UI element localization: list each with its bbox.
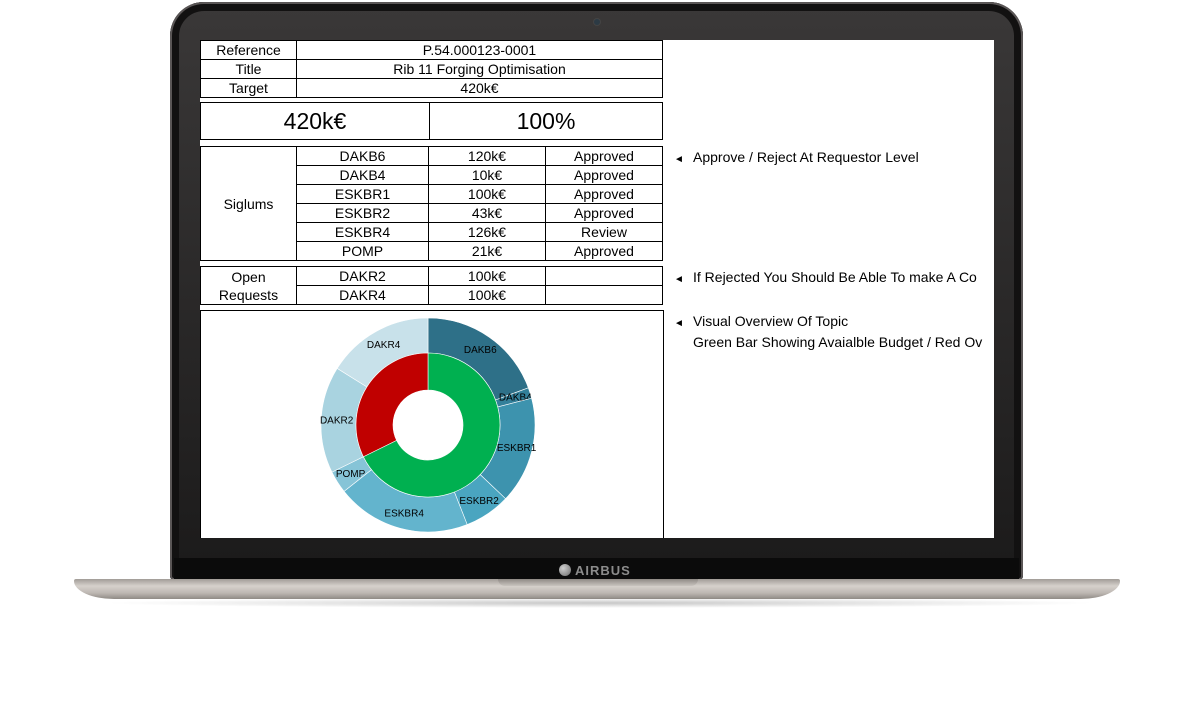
brand-logo: AIRBUS bbox=[559, 561, 631, 579]
table-row: Title Rib 11 Forging Optimisation bbox=[200, 59, 663, 79]
siglum-status[interactable]: Approved bbox=[545, 146, 663, 166]
siglum-amount: 120k€ bbox=[428, 146, 546, 166]
open-requests-label-line1: Open bbox=[231, 268, 266, 285]
siglum-amount: 100k€ bbox=[428, 184, 546, 204]
note-rejected: ◄ If Rejected You Should Be Able To make … bbox=[674, 268, 977, 289]
note-approve: ◄ Approve / Reject At Requestor Level bbox=[674, 148, 919, 169]
arrow-left-icon: ◄ bbox=[674, 318, 684, 329]
arrow-left-icon: ◄ bbox=[674, 274, 684, 285]
request-amount: 100k€ bbox=[428, 266, 546, 286]
outer-label-pomp: POMP bbox=[336, 469, 366, 480]
siglum-status[interactable]: Approved bbox=[545, 184, 663, 204]
summary-amount: 420k€ bbox=[200, 102, 430, 140]
outer-label-eskbr4: ESKBR4 bbox=[384, 508, 424, 519]
outer-label-eskbr1: ESKBR1 bbox=[497, 443, 537, 454]
siglum-status[interactable]: Approved bbox=[545, 241, 663, 261]
note-visual-line2: Green Bar Showing Avaialble Budget / Red… bbox=[693, 334, 983, 350]
chart-panel: DAKB6 DAKB4 ESKBR1 ESKBR2 ESKBR4 POMP DAKR2 DAK… bbox=[200, 310, 664, 538]
siglum-status[interactable]: Approved bbox=[545, 165, 663, 185]
screen: Reference P.54.000123-0001 Title Rib 11 … bbox=[200, 40, 994, 538]
siglum-code[interactable]: POMP bbox=[296, 241, 429, 261]
table-row: Open Requests DAKR2 100k€ bbox=[200, 266, 663, 305]
outer-label-dakr2: DAKR2 bbox=[320, 415, 354, 426]
siglum-code[interactable]: DAKB6 bbox=[296, 146, 429, 166]
brand-name: AIRBUS bbox=[575, 562, 631, 578]
outer-label-eskbr2: ESKBR2 bbox=[459, 496, 499, 507]
siglum-code[interactable]: ESKBR1 bbox=[296, 184, 429, 204]
siglum-amount: 21k€ bbox=[428, 241, 546, 261]
title-value[interactable]: Rib 11 Forging Optimisation bbox=[296, 59, 663, 79]
donut-chart: DAKB6DAKB4ESKBR1ESKBR2ESKBR4POMPDAKR2DAK… bbox=[320, 317, 537, 533]
open-requests-label-line2: Requests bbox=[218, 286, 279, 303]
request-amount: 100k€ bbox=[428, 285, 546, 305]
open-requests-table: Open Requests DAKR2 100k€ DAKR4 100k€ bbox=[200, 266, 663, 305]
note-rejected-text: If Rejected You Should Be Able To make A… bbox=[693, 269, 977, 285]
siglum-code[interactable]: DAKB4 bbox=[296, 165, 429, 185]
outer-label-dakr4: DAKR4 bbox=[367, 340, 401, 351]
siglums-table: Siglums DAKB6 120k€ Approved DAKB4 10k€ … bbox=[200, 146, 663, 261]
siglum-amount: 43k€ bbox=[428, 203, 546, 223]
laptop-notch bbox=[498, 579, 698, 586]
note-visual-line1: Visual Overview Of Topic bbox=[693, 313, 849, 329]
request-status[interactable] bbox=[545, 285, 663, 305]
camera-icon bbox=[594, 19, 600, 25]
request-code[interactable]: DAKR2 bbox=[296, 266, 429, 286]
target-value[interactable]: 420k€ bbox=[296, 78, 663, 98]
open-requests-label: Open Requests bbox=[200, 266, 297, 305]
reference-value[interactable]: P.54.000123-0001 bbox=[296, 40, 663, 60]
laptop-shadow bbox=[100, 598, 1100, 608]
reference-label: Reference bbox=[200, 40, 297, 60]
target-label: Target bbox=[200, 78, 297, 98]
title-label: Title bbox=[200, 59, 297, 79]
arrow-left-icon: ◄ bbox=[674, 154, 684, 165]
note-visual: ◄ Visual Overview Of Topic Green Bar Show… bbox=[674, 312, 982, 352]
siglum-status[interactable]: Review bbox=[545, 222, 663, 242]
request-status[interactable] bbox=[545, 266, 663, 286]
outer-label-dakb6: DAKB6 bbox=[464, 345, 497, 356]
siglum-code[interactable]: ESKBR2 bbox=[296, 203, 429, 223]
summary-table: 420k€ 100% bbox=[200, 102, 663, 140]
table-row: 420k€ 100% bbox=[200, 102, 663, 140]
siglum-code[interactable]: ESKBR4 bbox=[296, 222, 429, 242]
table-row: Siglums DAKB6 120k€ Approved bbox=[200, 146, 663, 261]
siglum-amount: 10k€ bbox=[428, 165, 546, 185]
reference-table: Reference P.54.000123-0001 Title Rib 11 … bbox=[200, 40, 663, 98]
request-code[interactable]: DAKR4 bbox=[296, 285, 429, 305]
siglums-label: Siglums bbox=[200, 146, 297, 261]
table-row: Target 420k€ bbox=[200, 78, 663, 98]
note-approve-text: Approve / Reject At Requestor Level bbox=[693, 149, 919, 165]
brand-logo-icon bbox=[559, 564, 571, 576]
table-row: Reference P.54.000123-0001 bbox=[200, 40, 663, 60]
siglum-amount: 126k€ bbox=[428, 222, 546, 242]
siglum-status[interactable]: Approved bbox=[545, 203, 663, 223]
summary-percent: 100% bbox=[429, 102, 663, 140]
